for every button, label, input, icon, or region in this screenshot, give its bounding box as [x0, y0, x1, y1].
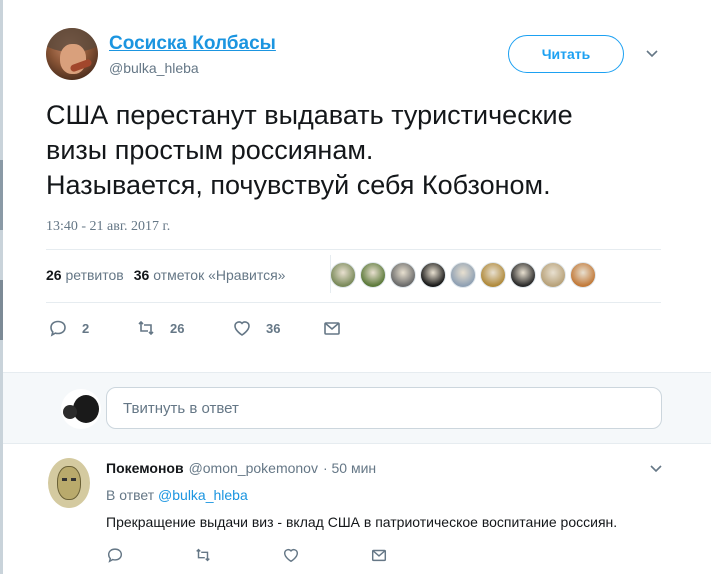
chevron-down-icon[interactable]: [646, 48, 658, 60]
user-avatar: [61, 389, 101, 429]
reply-to-line: В ответ @bulka_hleba: [106, 487, 248, 503]
reply-input[interactable]: Твитнуть в ответ: [106, 387, 662, 429]
liker-avatar[interactable]: [570, 262, 596, 288]
reply-count: 2: [82, 320, 90, 336]
envelope-icon[interactable]: [370, 546, 388, 564]
author-avatar[interactable]: [46, 28, 98, 80]
likers-avatars: [330, 262, 596, 288]
reply-icon[interactable]: [106, 546, 124, 564]
envelope-icon: [324, 322, 340, 335]
tweet-text: США перестанут выдавать туристические ви…: [46, 100, 573, 200]
retweet-count: 26: [170, 320, 185, 336]
retweet-icon[interactable]: [194, 546, 212, 564]
reply-author-name[interactable]: Покемонов: [106, 460, 184, 476]
liker-avatar[interactable]: [390, 262, 416, 288]
reply-header: Покемонов @omon_pokemonov · 50 мин: [106, 460, 376, 476]
tweet-actions: 2 26 36: [48, 318, 342, 338]
page-edge: [0, 0, 3, 574]
reply-composer: Твитнуть в ответ: [3, 372, 711, 444]
like-action[interactable]: 36: [232, 318, 322, 338]
follow-button[interactable]: Читать: [508, 35, 624, 73]
retweet-action[interactable]: 26: [136, 318, 232, 338]
author-name[interactable]: Сосиска Колбасы: [109, 33, 276, 55]
divider: [46, 302, 661, 303]
retweets-stat[interactable]: 26 ретвитов: [46, 267, 124, 283]
liker-avatar[interactable]: [480, 262, 506, 288]
likes-stat[interactable]: 36 отметок «Нравится»: [134, 267, 286, 283]
reply-icon: [50, 320, 66, 337]
reply-tweet: Покемонов @omon_pokemonov · 50 мин В отв…: [30, 446, 690, 574]
reply-author-avatar[interactable]: [48, 458, 90, 508]
liker-avatar[interactable]: [540, 262, 566, 288]
message-action[interactable]: [322, 318, 342, 338]
reply-author-handle[interactable]: @omon_pokemonov: [189, 460, 318, 476]
liker-avatar[interactable]: [330, 262, 356, 288]
liker-avatar[interactable]: [360, 262, 386, 288]
reply-time[interactable]: · 50 мин: [323, 460, 376, 476]
chevron-down-icon[interactable]: [650, 463, 662, 475]
liker-avatar[interactable]: [510, 262, 536, 288]
tweet-stats: 26 ретвитов 36 отметок «Нравится»: [46, 267, 285, 283]
retweet-icon: [138, 320, 154, 336]
liker-avatar[interactable]: [420, 262, 446, 288]
main-tweet: Сосиска Колбасы @bulka_hleba Читать США …: [30, 0, 690, 372]
like-count: 36: [266, 320, 281, 336]
divider: [46, 249, 661, 250]
author-handle[interactable]: @bulka_hleba: [109, 60, 199, 76]
page-edge-segment: [0, 160, 3, 230]
heart-icon: [234, 321, 250, 336]
reply-to-handle[interactable]: @bulka_hleba: [158, 487, 248, 503]
reply-actions: [106, 546, 388, 564]
reply-action[interactable]: 2: [48, 318, 136, 338]
heart-icon[interactable]: [282, 546, 300, 564]
page-edge-segment: [0, 280, 3, 340]
tweet-timestamp[interactable]: 13:40 - 21 авг. 2017 г.: [46, 219, 170, 235]
reply-text: Прекращение выдачи виз - вклад США в пат…: [106, 514, 618, 530]
liker-avatar[interactable]: [450, 262, 476, 288]
